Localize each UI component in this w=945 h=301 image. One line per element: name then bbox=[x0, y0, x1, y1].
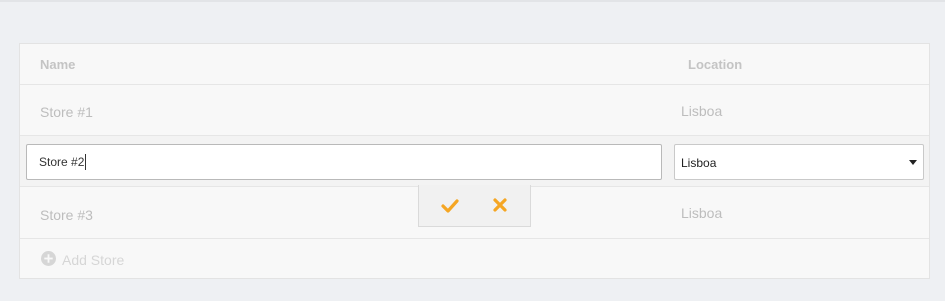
store-name-input[interactable] bbox=[26, 144, 662, 180]
caret-down-icon bbox=[909, 160, 917, 165]
store-name-cell: Store #1 bbox=[40, 104, 93, 120]
row-edit-actions bbox=[418, 185, 531, 227]
column-header-location: Location bbox=[688, 57, 743, 72]
confirm-button[interactable] bbox=[435, 193, 465, 219]
location-select[interactable]: Lisboa bbox=[674, 144, 924, 180]
store-name-cell: Store #3 bbox=[40, 207, 93, 223]
add-store-row: Add Store bbox=[20, 239, 929, 279]
close-icon bbox=[493, 198, 507, 212]
stores-table: Name Location Store #1 Lisboa Lisboa Sto… bbox=[19, 43, 930, 279]
cancel-button[interactable] bbox=[485, 193, 515, 219]
store-location-cell: Lisboa bbox=[681, 103, 723, 119]
top-divider bbox=[0, 0, 945, 2]
location-select-value: Lisboa bbox=[681, 156, 717, 170]
table-header: Name Location bbox=[20, 44, 929, 85]
plus-circle-icon bbox=[41, 251, 56, 266]
table-row[interactable]: Store #1 Lisboa bbox=[20, 85, 929, 136]
store-location-cell: Lisboa bbox=[681, 205, 723, 221]
check-icon bbox=[441, 199, 459, 213]
column-header-name: Name bbox=[40, 57, 76, 72]
text-cursor bbox=[85, 154, 86, 170]
add-store-label: Add Store bbox=[62, 252, 125, 268]
table-row-editing: Lisboa bbox=[20, 136, 929, 187]
